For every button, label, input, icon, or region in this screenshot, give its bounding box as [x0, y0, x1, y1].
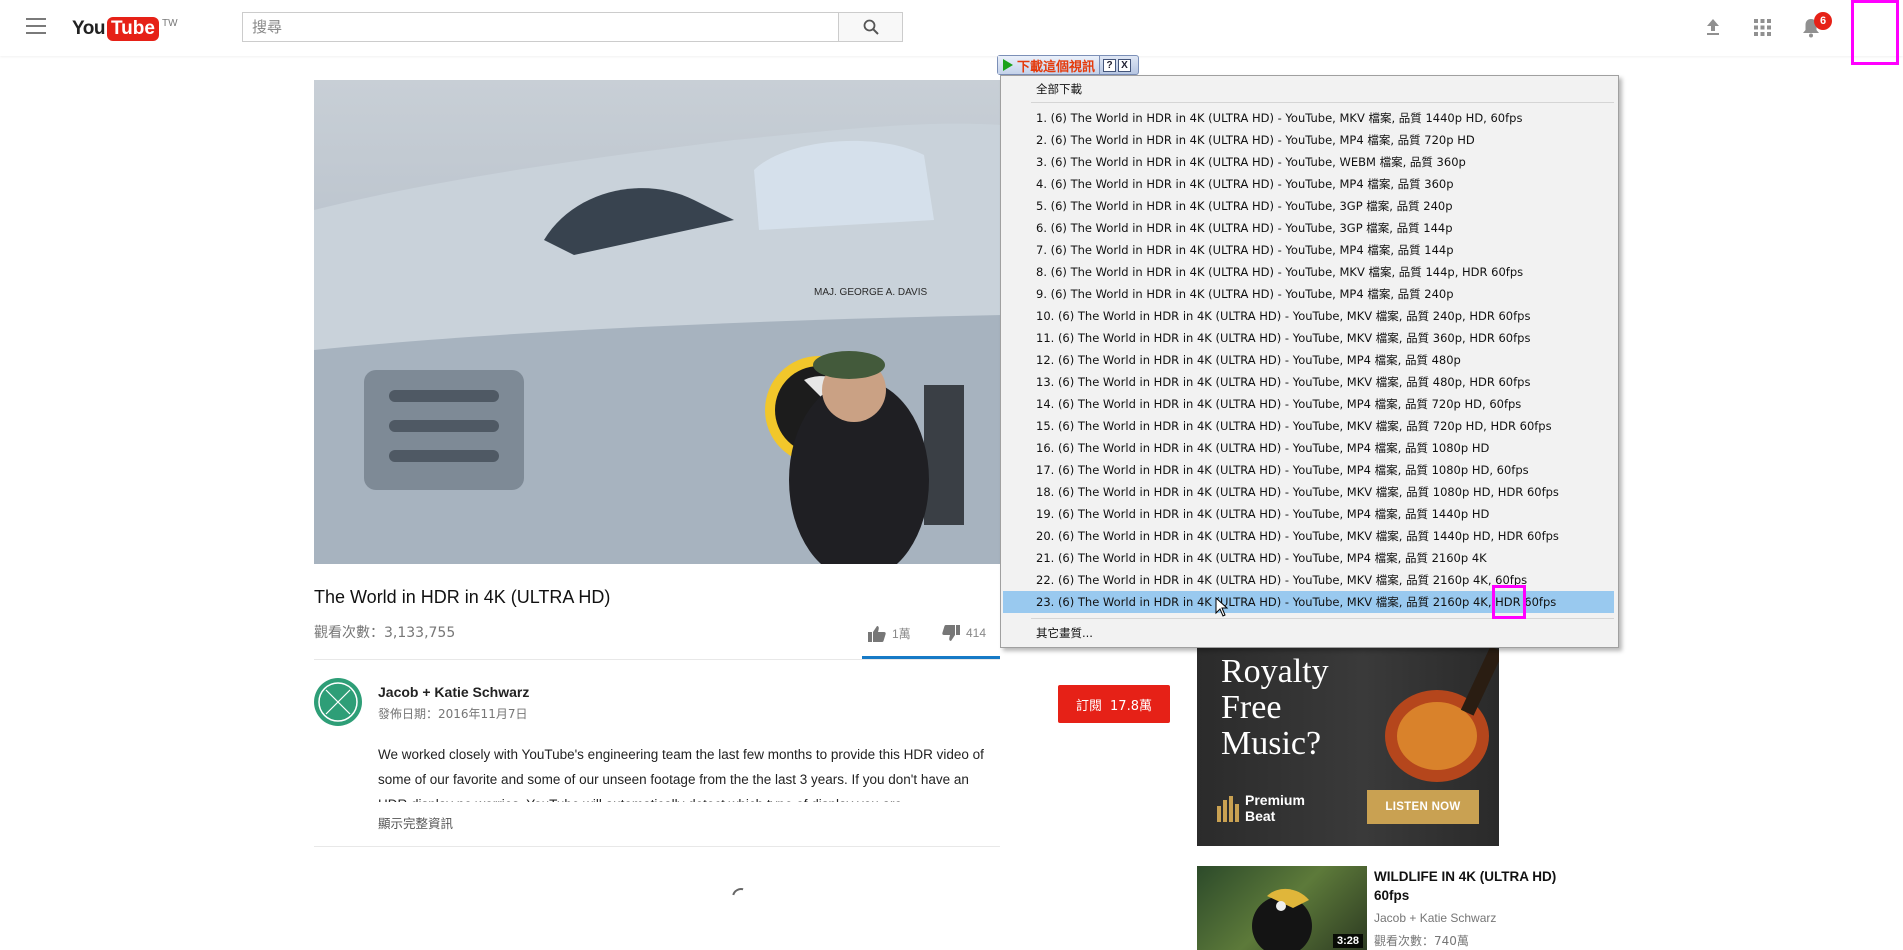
play-icon	[1003, 59, 1013, 71]
menu-item-format[interactable]: 6. (6) The World in HDR in 4K (ULTRA HD)…	[1003, 217, 1614, 239]
help-button[interactable]: ?	[1103, 58, 1117, 72]
menu-item-format[interactable]: 8. (6) The World in HDR in 4K (ULTRA HD)…	[1003, 261, 1614, 283]
menu-item-format[interactable]: 21. (6) The World in HDR in 4K (ULTRA HD…	[1003, 547, 1614, 569]
menu-item-format[interactable]: 16. (6) The World in HDR in 4K (ULTRA HD…	[1003, 437, 1614, 459]
menu-item-format[interactable]: 3. (6) The World in HDR in 4K (ULTRA HD)…	[1003, 151, 1614, 173]
plane-marking: MAJ. GEORGE A. DAVIS	[814, 287, 928, 298]
masthead: You Tube TW 6	[0, 0, 1903, 56]
like-button[interactable]: 1萬	[868, 625, 911, 642]
menu-item-format[interactable]: 9. (6) The World in HDR in 4K (ULTRA HD)…	[1003, 283, 1614, 305]
video-frame: MAJ. GEORGE A. DAVIS	[314, 123, 1002, 564]
ad-banner[interactable]: Royalty Free Music? Premium Beat LISTEN …	[1197, 646, 1499, 846]
ad-brand: Premium Beat	[1245, 792, 1305, 824]
menu-item-format[interactable]: 11. (6) The World in HDR in 4K (ULTRA HD…	[1003, 327, 1614, 349]
dislike-count: 414	[966, 626, 987, 640]
menu-item-format[interactable]: 14. (6) The World in HDR in 4K (ULTRA HD…	[1003, 393, 1614, 415]
view-count-label: 觀看次數：	[314, 625, 384, 641]
duration-badge: 3:28	[1332, 934, 1363, 948]
highlight-box-avatar	[1851, 0, 1899, 65]
thumbs-down-icon	[942, 625, 960, 641]
menu-item-format[interactable]: 20. (6) The World in HDR in 4K (ULTRA HD…	[1003, 525, 1614, 547]
publish-date-value: 2016年11月7日	[438, 707, 528, 721]
search-icon	[863, 19, 879, 35]
menu-item-other-quality[interactable]: 其它畫質...	[1003, 622, 1614, 644]
logo-tube: Tube	[106, 17, 159, 41]
menu-item-format[interactable]: 17. (6) The World in HDR in 4K (ULTRA HD…	[1003, 459, 1614, 481]
ad-headline: Royalty Free Music?	[1221, 654, 1329, 762]
premium-beat-logo-icon	[1217, 796, 1239, 822]
menu-separator	[1031, 102, 1614, 103]
download-toolbar: 下載這個視訊 ? X	[997, 55, 1139, 75]
ad-brand-line: Premium	[1245, 792, 1305, 808]
menu-item-format[interactable]: 15. (6) The World in HDR in 4K (ULTRA HD…	[1003, 415, 1614, 437]
video-description: We worked closely with YouTube's enginee…	[378, 747, 984, 802]
avatar[interactable]	[314, 678, 362, 726]
ad-brand-line: Beat	[1245, 808, 1276, 824]
view-count: 觀看次數：3,133,755	[314, 622, 455, 642]
apps-icon[interactable]	[1751, 16, 1773, 38]
related-thumbnail[interactable]: 3:28	[1197, 866, 1367, 950]
menu-item-format[interactable]: 5. (6) The World in HDR in 4K (ULTRA HD)…	[1003, 195, 1614, 217]
related-views: 觀看次數：740萬	[1374, 934, 1469, 948]
menu-item-format[interactable]: 13. (6) The World in HDR in 4K (ULTRA HD…	[1003, 371, 1614, 393]
menu-separator	[1031, 618, 1614, 619]
divider	[314, 659, 1000, 660]
show-more-link[interactable]: 顯示完整資訊	[378, 813, 453, 832]
view-count-value: 3,133,755	[384, 625, 456, 641]
related-channel[interactable]: Jacob + Katie Schwarz	[1374, 911, 1496, 925]
highlight-box-hdr	[1492, 585, 1526, 619]
publish-date-label: 發佈日期：	[378, 707, 439, 721]
video-title: The World in HDR in 4K (ULTRA HD)	[314, 587, 611, 607]
menu-item-format[interactable]: 18. (6) The World in HDR in 4K (ULTRA HD…	[1003, 481, 1614, 503]
notification-badge: 6	[1814, 12, 1832, 30]
menu-item-download-all[interactable]: 全部下載	[1003, 78, 1614, 100]
youtube-logo[interactable]: You Tube TW	[72, 17, 178, 41]
ad-headline-line: Royalty	[1221, 653, 1329, 690]
subscribe-button[interactable]: 訂閱 17.8萬	[1058, 685, 1170, 723]
menu-item-format[interactable]: 1. (6) The World in HDR in 4K (ULTRA HD)…	[1003, 107, 1614, 129]
download-video-button[interactable]: 下載這個視訊	[998, 56, 1101, 75]
download-toolbar-label: 下載這個視訊	[1017, 59, 1096, 75]
logo-region: TW	[161, 17, 178, 29]
ad-headline-line: Free	[1221, 689, 1282, 726]
thumbs-up-icon	[868, 625, 886, 642]
menu-item-format[interactable]: 19. (6) The World in HDR in 4K (ULTRA HD…	[1003, 503, 1614, 525]
close-button[interactable]: X	[1118, 58, 1132, 72]
publish-date: 發佈日期：2016年11月7日	[378, 705, 527, 722]
ad-headline-line: Music?	[1221, 725, 1322, 762]
search-button[interactable]	[838, 12, 903, 42]
channel-name[interactable]: Jacob + Katie Schwarz	[378, 684, 529, 700]
menu-item-format[interactable]: 2. (6) The World in HDR in 4K (ULTRA HD)…	[1003, 129, 1614, 151]
loading-spinner-icon	[728, 884, 754, 910]
menu-item-format[interactable]: 12. (6) The World in HDR in 4K (ULTRA HD…	[1003, 349, 1614, 371]
mouse-cursor-icon	[1215, 597, 1229, 617]
menu-item-format[interactable]: 7. (6) The World in HDR in 4K (ULTRA HD)…	[1003, 239, 1614, 261]
menu-item-format[interactable]: 10. (6) The World in HDR in 4K (ULTRA HD…	[1003, 305, 1614, 327]
like-count: 1萬	[892, 627, 911, 641]
search-input[interactable]	[242, 12, 839, 42]
subscribe-label: 訂閱	[1076, 698, 1103, 714]
upload-icon[interactable]	[1702, 16, 1724, 38]
video-player[interactable]: MAJ. GEORGE A. DAVIS	[314, 80, 1002, 564]
subscriber-count: 17.8萬	[1110, 698, 1152, 714]
related-title[interactable]: WILDLIFE IN 4K (ULTRA HD) 60fps	[1374, 867, 1574, 905]
divider	[314, 846, 1000, 847]
dislike-button[interactable]: 414	[942, 625, 986, 641]
logo-you: You	[72, 18, 105, 39]
download-menu: 全部下載 1. (6) The World in HDR in 4K (ULTR…	[1000, 75, 1619, 648]
guitar-icon	[1385, 646, 1499, 782]
menu-icon[interactable]	[26, 18, 46, 34]
channel-logo-icon	[318, 682, 358, 722]
listen-now-button[interactable]: LISTEN NOW	[1367, 790, 1479, 824]
menu-item-format[interactable]: 4. (6) The World in HDR in 4K (ULTRA HD)…	[1003, 173, 1614, 195]
